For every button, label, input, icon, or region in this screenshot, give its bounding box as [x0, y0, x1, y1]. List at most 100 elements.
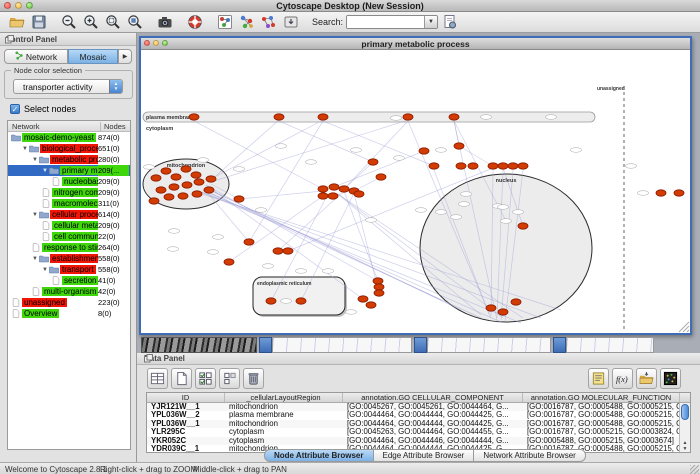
- tree-row[interactable]: cell communicat22(0): [8, 231, 130, 242]
- annotation-icon[interactable]: [588, 368, 609, 389]
- resize-grip[interactable]: [690, 465, 699, 474]
- background-window-4[interactable]: [566, 337, 654, 353]
- attribute-table: ID_cellularLayoutRegionannotation.GO CEL…: [146, 392, 691, 453]
- tree-row[interactable]: multi-organism pro42(0): [8, 286, 130, 297]
- tree-row-node-count: 558(0): [98, 253, 129, 264]
- tree-row-node-count: 209(0): [98, 187, 129, 198]
- attribute-matrix-icon[interactable]: [660, 368, 681, 389]
- search-options-icon[interactable]: [441, 13, 459, 31]
- table-row[interactable]: YJR121W__1mitochondrion[GO:0045267, GO:0…: [147, 403, 690, 411]
- unselect-attributes-icon[interactable]: [219, 368, 240, 389]
- table-row[interactable]: YPL036W__2plasma membrane[GO:0044464, GO…: [147, 411, 690, 419]
- tree-row-label: metabolic process: [50, 155, 99, 164]
- column-header[interactable]: annotation.GO CELLULAR_COMPONENT: [343, 393, 523, 402]
- table-cell: [GO:0044464, GO:0044444, GO:0044425, G..…: [343, 420, 523, 428]
- background-window-1[interactable]: [141, 337, 257, 353]
- background-window-2[interactable]: [272, 337, 412, 353]
- tree-row[interactable]: macromolecule311(0): [8, 198, 130, 209]
- tree-row[interactable]: ▼biological_process651(0): [8, 143, 130, 154]
- tab-network-attribute-browser[interactable]: Network Attribute Browser: [473, 449, 585, 462]
- tab-node-attribute-browser[interactable]: Node Attribute Browser: [264, 449, 374, 462]
- float-panel-icon[interactable]: [5, 35, 14, 44]
- table-cell: [GO:0016787, GO:0005488, GO:0005215, G..…: [523, 403, 680, 411]
- table-cell: [GO:0016787, GO:0005488, GO:0005215, G..…: [523, 411, 680, 419]
- toolbar-group: [156, 13, 174, 31]
- expander-icon[interactable]: ▼: [31, 157, 39, 163]
- node-color-dropdown[interactable]: transporter activity ▲▼: [13, 79, 123, 94]
- expander-icon[interactable]: ▼: [41, 267, 49, 273]
- table-row[interactable]: YLR295Ccytoplasm[GO:0045263, GO:0044464,…: [147, 428, 690, 436]
- tree-row[interactable]: response to stimulu264(0): [8, 242, 130, 253]
- plugin-manager-icon[interactable]: [282, 13, 300, 31]
- select-attributes-icon[interactable]: [195, 368, 216, 389]
- tab-network[interactable]: Network: [4, 49, 68, 64]
- column-header[interactable]: annotation.GO MOLECULAR_FUNCTION: [523, 393, 680, 402]
- zoom-out-icon[interactable]: [60, 13, 78, 31]
- formula-builder-icon[interactable]: f(x): [612, 368, 633, 389]
- new-attribute-icon[interactable]: [171, 368, 192, 389]
- network-frame-titlebar[interactable]: primary metabolic process: [141, 38, 690, 50]
- tree-row[interactable]: cellular metabol209(0): [8, 220, 130, 231]
- background-window-fragments[interactable]: [141, 337, 697, 353]
- float-panel-icon[interactable]: [144, 354, 153, 363]
- background-window-3[interactable]: [427, 337, 551, 353]
- attribute-table-header[interactable]: ID_cellularLayoutRegionannotation.GO CEL…: [147, 393, 690, 403]
- tree-row[interactable]: ▼primary metabo209(...: [8, 165, 130, 176]
- network-frame[interactable]: primary metabolic process plasma membran…: [139, 36, 692, 335]
- document-icon: [51, 276, 62, 285]
- import-attributes-icon[interactable]: [636, 368, 657, 389]
- select-nodes-checkbox[interactable]: ✓: [10, 104, 20, 114]
- tab-mosaic[interactable]: Mosaic: [68, 49, 118, 64]
- scrollbar-thumb[interactable]: [681, 404, 689, 420]
- table-scrollbar[interactable]: ▲▼: [679, 403, 690, 452]
- help-icon[interactable]: [186, 13, 204, 31]
- expander-icon[interactable]: ▼: [21, 146, 29, 152]
- tree-row[interactable]: ▼establishment of lo558(0): [8, 253, 130, 264]
- tree-row[interactable]: nucleobase-209(0): [8, 176, 130, 187]
- zoom-in-icon[interactable]: [82, 13, 100, 31]
- background-window-4-titlebar[interactable]: [553, 337, 566, 353]
- window-titlebar[interactable]: Cytoscape Desktop (New Session): [0, 0, 700, 12]
- tree-row[interactable]: mosaic-demo-yeast874(0): [8, 132, 130, 143]
- background-window-2-titlebar[interactable]: [259, 337, 272, 353]
- background-window-3-titlebar[interactable]: [414, 337, 427, 353]
- vizmapper-icon[interactable]: [216, 13, 234, 31]
- folder-icon: [39, 210, 50, 219]
- tree-header[interactable]: Network Nodes: [8, 121, 130, 132]
- table-row[interactable]: YPL036W__1mitochondrion[GO:0044464, GO:0…: [147, 420, 690, 428]
- table-row[interactable]: YKR052Ccytoplasm[GO:0044464, GO:0044446,…: [147, 437, 690, 445]
- tab-edge-attribute-browser[interactable]: Edge Attribute Browser: [373, 449, 475, 462]
- column-header[interactable]: ID: [147, 393, 225, 402]
- svg-text:nucleus: nucleus: [496, 178, 517, 184]
- search-combobox[interactable]: ▼: [346, 15, 438, 29]
- zoom-selected-icon[interactable]: [104, 13, 122, 31]
- attribute-table-icon[interactable]: [147, 368, 168, 389]
- search-dropdown-arrow[interactable]: ▼: [424, 16, 437, 28]
- tree-row-node-count: 42(0): [98, 286, 129, 297]
- network-view-b-icon[interactable]: [260, 13, 278, 31]
- delete-attribute-icon[interactable]: [243, 368, 264, 389]
- scrollbar-arrows[interactable]: ▲▼: [680, 440, 690, 452]
- folder-icon: [39, 155, 50, 164]
- tab-label: Network: [26, 52, 57, 62]
- open-icon[interactable]: [8, 13, 26, 31]
- tree-row[interactable]: secretion41(0): [8, 275, 130, 286]
- column-header[interactable]: _cellularLayoutRegion: [225, 393, 343, 402]
- tab-overflow-arrow[interactable]: ▶: [118, 49, 132, 64]
- snapshot-icon[interactable]: [156, 13, 174, 31]
- expander-icon[interactable]: ▼: [31, 212, 39, 218]
- tree-row[interactable]: nitrogen compo209(0): [8, 187, 130, 198]
- network-view-a-icon[interactable]: [238, 13, 256, 31]
- tree-row[interactable]: ▼transport558(0): [8, 264, 130, 275]
- tree-row[interactable]: Overview8(0): [8, 308, 130, 319]
- expander-icon[interactable]: ▼: [41, 168, 49, 174]
- tree-row[interactable]: ▼cellular process614(0): [8, 209, 130, 220]
- tree-row[interactable]: unassigned223(0): [8, 297, 130, 308]
- table-cell: cytoplasm: [225, 428, 343, 436]
- zoom-fit-icon[interactable]: [126, 13, 144, 31]
- expander-icon[interactable]: ▼: [31, 256, 39, 262]
- network-canvas[interactable]: plasma membranecytoplasmmitochondrionnuc…: [141, 50, 690, 333]
- save-icon[interactable]: [30, 13, 48, 31]
- tree-row[interactable]: ▼metabolic process280(0): [8, 154, 130, 165]
- search-input[interactable]: [347, 16, 424, 28]
